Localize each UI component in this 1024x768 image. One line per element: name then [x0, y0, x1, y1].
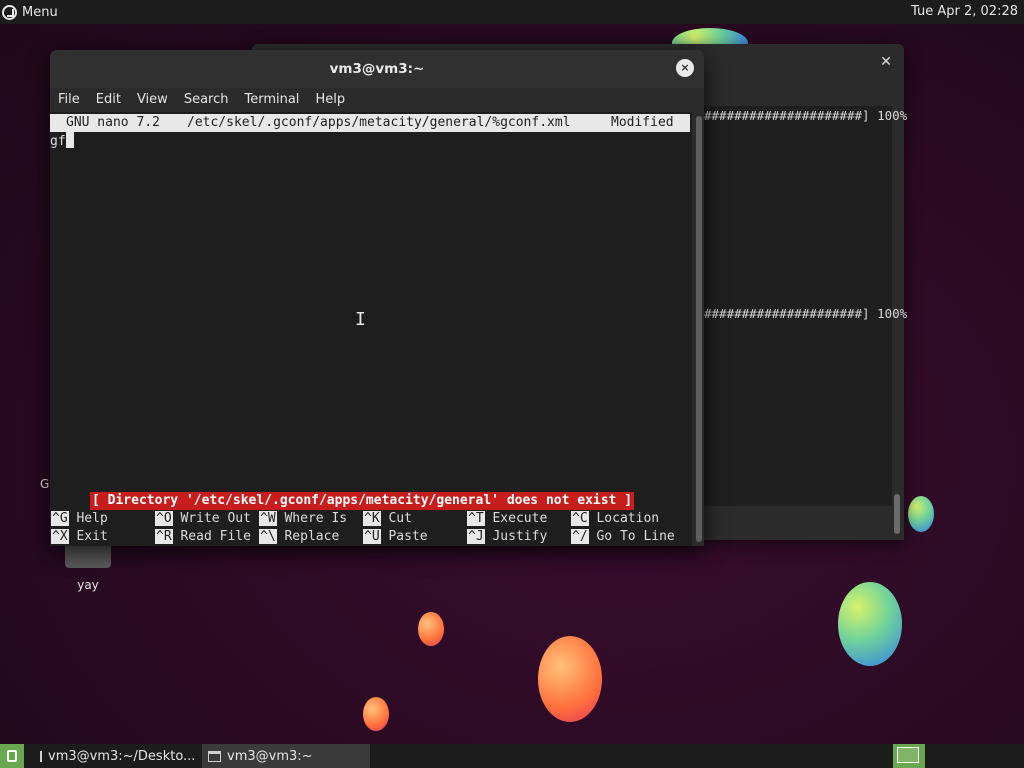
shortcut-read-file[interactable]: ^R Read File — [155, 528, 251, 546]
background-terminal-output: #####################] 100% ############… — [704, 106, 907, 506]
window-title: vm3@vm3:~ — [329, 61, 425, 77]
shortcut-write-out[interactable]: ^O Write Out — [155, 510, 251, 528]
close-button[interactable]: × — [676, 59, 694, 77]
shortcut-replace[interactable]: ^\ Replace — [259, 528, 339, 546]
mint-logo-icon — [2, 4, 17, 20]
nano-file-path: /etc/skel/.gconf/apps/metacity/general/%… — [187, 115, 571, 130]
shortcut-justify[interactable]: ^J Justify — [467, 528, 547, 546]
taskbar-item-label: vm3@vm3:~ — [227, 748, 313, 764]
terminal-area[interactable]: GNU nano 7.2 /etc/skel/.gconf/apps/metac… — [50, 112, 692, 546]
menu-help[interactable]: Help — [307, 88, 353, 112]
progress-line: #####################] 100% — [704, 108, 908, 123]
taskbar-item-desktop-terminal[interactable]: vm3@vm3:~/Deskto... — [34, 744, 200, 768]
nano-version: GNU nano 7.2 — [66, 115, 160, 130]
menu-file[interactable]: File — [50, 88, 88, 112]
menu-edit[interactable]: Edit — [88, 88, 129, 112]
scrollbar[interactable] — [894, 494, 900, 534]
ibeam-cursor-icon: I — [355, 309, 366, 330]
editor-text: gf — [50, 134, 66, 149]
menu-view[interactable]: View — [129, 88, 176, 112]
taskbar-item-home-terminal[interactable]: vm3@vm3:~ — [202, 744, 370, 768]
taskbar: vm3@vm3:~/Deskto... vm3@vm3:~ — [0, 744, 1024, 768]
shortcut-location[interactable]: ^C Location — [571, 510, 659, 528]
clock[interactable]: Tue Apr 2, 02:28 — [911, 4, 1018, 19]
workspace-switcher[interactable] — [893, 744, 925, 768]
menu-search[interactable]: Search — [176, 88, 237, 112]
shortcut-where-is[interactable]: ^W Where Is — [259, 510, 347, 528]
menu-button[interactable]: Menu — [2, 3, 58, 21]
desktop-icon-label: yay — [77, 578, 99, 592]
terminal-window[interactable]: vm3@vm3:~ × File Edit View Search Termin… — [50, 50, 704, 546]
shortcut-paste[interactable]: ^U Paste — [363, 528, 428, 546]
editor-line[interactable]: gf — [50, 132, 74, 150]
shortcut-cut[interactable]: ^K Cut — [363, 510, 412, 528]
close-icon[interactable]: ✕ — [876, 52, 896, 72]
nano-modified-state: Modified — [611, 115, 674, 130]
window-icon — [40, 750, 42, 762]
shortcut-exit[interactable]: ^X Exit — [51, 528, 108, 546]
status-message: [ Directory '/etc/skel/.gconf/apps/metac… — [90, 492, 635, 510]
wallpaper-bubble — [418, 612, 444, 646]
wallpaper-bubble — [538, 636, 602, 722]
wallpaper-bubble — [908, 496, 934, 532]
desktop-icon-yay[interactable]: yay — [64, 540, 112, 592]
menu-terminal[interactable]: Terminal — [236, 88, 307, 112]
show-desktop-button[interactable] — [0, 744, 24, 768]
nano-header: GNU nano 7.2 /etc/skel/.gconf/apps/metac… — [50, 114, 690, 132]
top-panel: Menu Tue Apr 2, 02:28 — [0, 0, 1024, 24]
wallpaper-bubble — [838, 582, 902, 666]
shortcut-go-to-line[interactable]: ^/ Go To Line — [571, 528, 675, 546]
taskbar-item-label: vm3@vm3:~/Deskto... — [48, 748, 196, 764]
window-icon — [208, 750, 221, 762]
text-cursor — [65, 132, 74, 148]
shortcut-execute[interactable]: ^T Execute — [467, 510, 547, 528]
shortcut-help[interactable]: ^G Help — [51, 510, 108, 528]
wallpaper-bubble — [363, 697, 389, 731]
scrollbar[interactable] — [696, 116, 702, 542]
title-bar[interactable]: vm3@vm3:~ × — [50, 50, 704, 88]
desktop-text: G — [40, 477, 50, 491]
progress-line: #####################] 100% — [704, 306, 908, 321]
menu-bar: File Edit View Search Terminal Help — [50, 88, 704, 112]
menu-label: Menu — [22, 4, 58, 20]
